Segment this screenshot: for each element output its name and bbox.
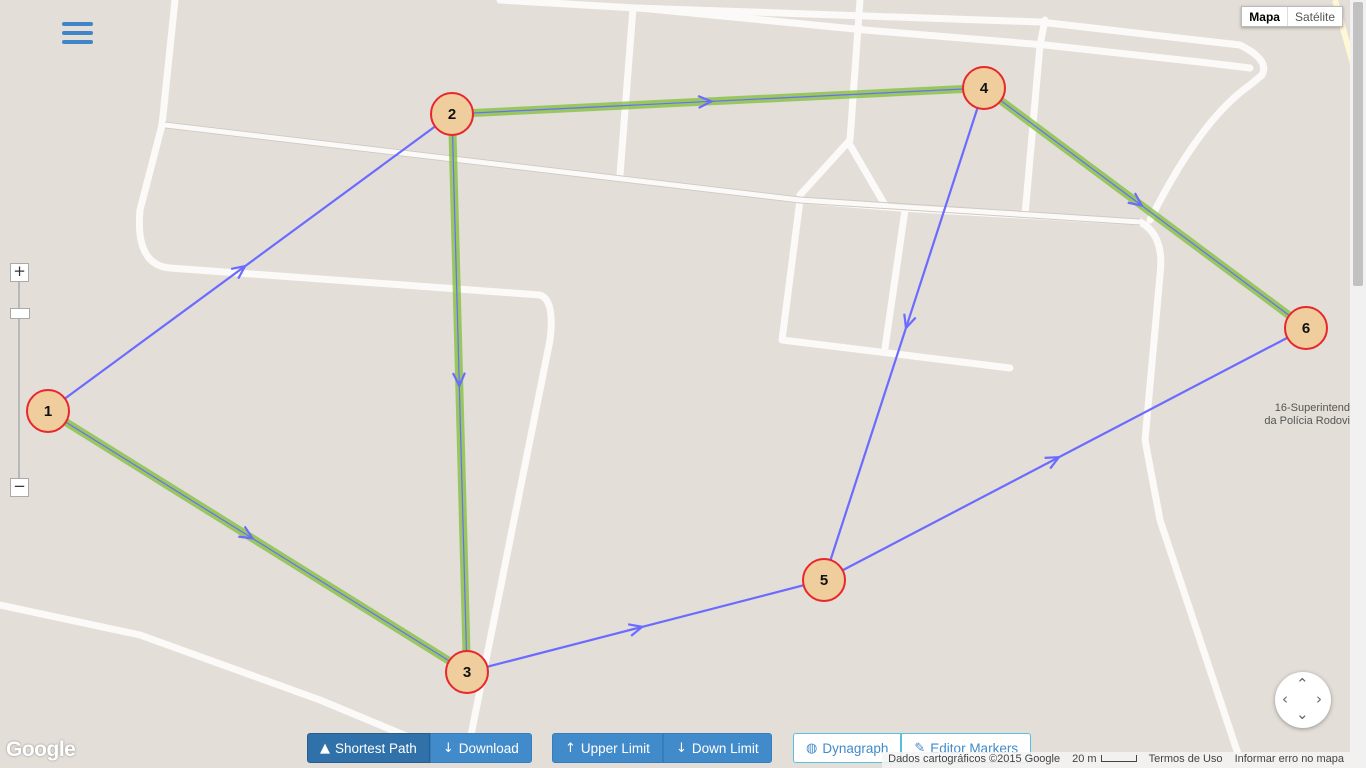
- node-label-2: 2: [448, 106, 456, 123]
- map-type-map-button[interactable]: Mapa: [1242, 7, 1288, 26]
- down-limit-button[interactable]: ↓ Down Limit: [662, 733, 772, 763]
- node-marker-5[interactable]: 5: [802, 558, 846, 602]
- node-label-5: 5: [820, 572, 828, 589]
- edge-5-6[interactable]: [823, 327, 1307, 581]
- pan-right-icon[interactable]: ›: [1316, 690, 1322, 708]
- report-error-link[interactable]: Informar erro no mapa: [1229, 752, 1350, 768]
- map-attribution: Dados cartográficos ©2015 Google 20 m Te…: [882, 752, 1350, 768]
- pan-down-icon[interactable]: ⌄: [1296, 705, 1309, 723]
- edge-4-6[interactable]: [983, 87, 1307, 329]
- street-network: [0, 0, 1268, 764]
- place-label-line1: 16-Superintend: [1274, 402, 1350, 414]
- path-button-group: ▲ Shortest Path ↓ Download: [307, 733, 532, 763]
- scrollbar-thumb[interactable]: [1353, 2, 1363, 286]
- node-marker-4[interactable]: 4: [962, 66, 1006, 110]
- zoom-slider-handle[interactable]: [10, 308, 30, 319]
- pan-control[interactable]: ⌃ ‹ › ⌄: [1275, 672, 1331, 728]
- download-icon: ↓: [442, 740, 454, 756]
- download-button[interactable]: ↓ Download: [429, 733, 532, 763]
- node-label-1: 1: [44, 403, 52, 420]
- zoom-in-button[interactable]: +: [10, 263, 29, 282]
- upper-limit-button[interactable]: ↑ Upper Limit: [552, 733, 663, 763]
- node-marker-2[interactable]: 2: [430, 92, 474, 136]
- node-marker-1[interactable]: 1: [26, 389, 70, 433]
- scale-indicator[interactable]: 20 m: [1066, 752, 1142, 768]
- map-type-satellite-button[interactable]: Satélite: [1288, 7, 1342, 26]
- globe-icon: ◍: [806, 740, 818, 756]
- map-type-control: Mapa Satélite: [1241, 6, 1343, 27]
- node-marker-6[interactable]: 6: [1284, 306, 1328, 350]
- map-data-credit: Dados cartográficos ©2015 Google: [888, 753, 1061, 765]
- node-label-4: 4: [980, 80, 989, 97]
- edge-3-5[interactable]: [466, 578, 825, 674]
- place-label-line2: da Polícia Rodovi: [1264, 415, 1350, 427]
- scale-bar: [1100, 755, 1137, 762]
- terms-link[interactable]: Termos de Uso: [1143, 752, 1229, 768]
- place-label: 16-Superintend da Polícia Rodovi: [1255, 402, 1350, 428]
- node-marker-3[interactable]: 3: [445, 650, 489, 694]
- edge-2-3[interactable]: [451, 113, 468, 673]
- node-label-6: 6: [1302, 320, 1310, 337]
- zoom-out-button[interactable]: −: [10, 478, 29, 497]
- pan-left-icon[interactable]: ‹: [1282, 690, 1288, 708]
- edge-1-3[interactable]: [47, 410, 468, 673]
- menu-icon[interactable]: [62, 22, 93, 48]
- road-icon: ▲: [320, 740, 330, 756]
- page-scrollbar[interactable]: [1350, 0, 1366, 768]
- edge-1-2[interactable]: [47, 113, 453, 412]
- edge-4-5[interactable]: [822, 87, 986, 581]
- google-logo: Google: [6, 738, 76, 761]
- node-label-3: 3: [463, 664, 471, 681]
- limit-button-group: ↑ Upper Limit ↓ Down Limit: [552, 733, 772, 763]
- arrow-up-icon: ↑: [565, 740, 576, 756]
- map-canvas[interactable]: 1 2 3 4 5 6: [0, 0, 1366, 768]
- edge-2-4[interactable]: [451, 87, 985, 115]
- shortest-path-button[interactable]: ▲ Shortest Path: [307, 733, 430, 763]
- pan-up-icon[interactable]: ⌃: [1296, 675, 1309, 693]
- arrow-down-icon: ↓: [675, 740, 687, 756]
